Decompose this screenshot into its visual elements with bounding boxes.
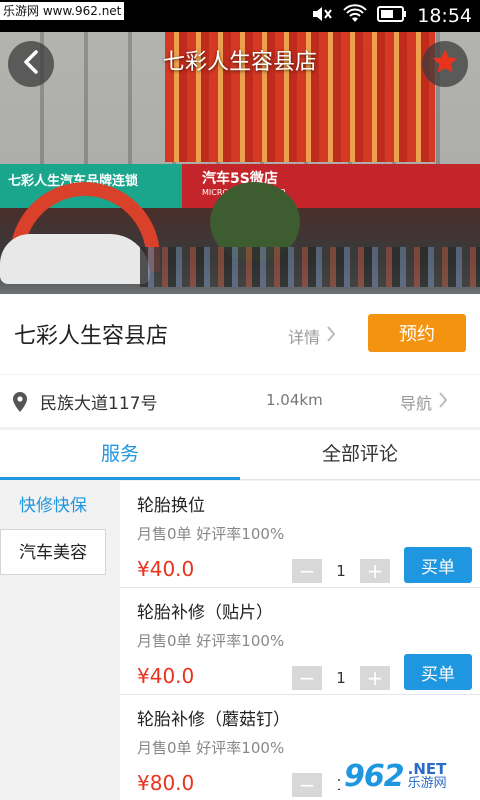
distance: 1.04km: [266, 391, 323, 409]
decrease-button[interactable]: −: [292, 666, 322, 690]
quantity-value: 1: [336, 669, 346, 687]
list-item: 轮胎换位 月售0单 好评率100% ¥40.0 − 1 + 买单: [120, 481, 480, 588]
tab-services[interactable]: 服务: [0, 430, 240, 480]
tab-bar: 服务 全部评论: [0, 430, 480, 480]
detail-link[interactable]: 详情: [288, 324, 336, 348]
quantity-stepper: − 1 +: [292, 666, 390, 690]
category-quick-repair[interactable]: 快修快保: [0, 483, 106, 529]
favorite-button[interactable]: [422, 41, 468, 87]
star-icon: [430, 47, 460, 81]
photo-crowd: [140, 247, 480, 287]
service-meta: 月售0单 好评率100%: [137, 632, 285, 650]
service-price: ¥40.0: [137, 557, 195, 581]
store-header: 七彩人生容县店 详情 预约: [0, 294, 480, 374]
store-name: 七彩人生容县店: [14, 324, 169, 349]
watermark-logo: 962 .NET 乐游网: [340, 755, 476, 797]
increase-button[interactable]: +: [360, 666, 390, 690]
book-button[interactable]: 预约: [368, 314, 466, 352]
list-item: 轮胎补修（贴片） 月售0单 好评率100% ¥40.0 − 1 + 买单: [120, 588, 480, 695]
buy-button[interactable]: 买单: [404, 654, 472, 690]
clock: 18:54: [417, 5, 472, 27]
decrease-button[interactable]: −: [292, 773, 322, 797]
back-icon: [21, 49, 41, 79]
category-car-beauty[interactable]: 汽车美容: [0, 529, 106, 575]
watermark-side: .NET 乐游网: [407, 760, 447, 791]
mute-icon: [311, 4, 333, 28]
service-list: 轮胎换位 月售0单 好评率100% ¥40.0 − 1 + 买单 轮胎补修（贴片…: [120, 481, 480, 800]
service-name: 轮胎换位: [137, 496, 205, 516]
quantity-value: 1: [336, 562, 346, 580]
decrease-button[interactable]: −: [292, 559, 322, 583]
service-name: 轮胎补修（蘑菇钉）: [137, 710, 290, 730]
service-price: ¥40.0: [137, 664, 195, 688]
service-meta: 月售0单 好评率100%: [137, 525, 285, 543]
quantity-stepper: − 1 +: [292, 559, 390, 583]
buy-button[interactable]: 买单: [404, 547, 472, 583]
watermark-number: 962: [344, 758, 405, 794]
chevron-right-icon: [438, 391, 448, 413]
watermark-net: .NET: [407, 760, 447, 778]
status-icons: 18:54: [311, 0, 472, 32]
page-title: 七彩人生容县店: [162, 50, 317, 75]
photo-car: [0, 234, 150, 284]
address-text: 民族大道117号: [40, 394, 158, 414]
category-sidebar: 快修快保 汽车美容: [0, 481, 120, 800]
navigate-link[interactable]: 导航: [400, 390, 448, 414]
detail-label: 详情: [288, 328, 321, 347]
wifi-icon: [343, 4, 367, 28]
increase-button[interactable]: +: [360, 559, 390, 583]
tab-underline: [0, 477, 240, 480]
tab-reviews[interactable]: 全部评论: [240, 430, 480, 480]
chevron-right-icon: [326, 325, 336, 347]
service-meta: 月售0单 好评率100%: [137, 739, 285, 757]
location-pin-icon: [12, 391, 28, 417]
battery-icon: [377, 6, 407, 26]
service-price: ¥80.0: [137, 771, 195, 795]
status-bar: 乐游网 www.962.net 18:54: [0, 0, 480, 32]
service-name: 轮胎补修（贴片）: [137, 603, 273, 623]
back-button[interactable]: [8, 41, 54, 87]
watermark-cn: 乐游网: [407, 776, 447, 791]
navigate-label: 导航: [400, 394, 433, 413]
address-row[interactable]: 民族大道117号 1.04km 导航: [0, 375, 480, 427]
watermark-text: 乐游网 www.962.net: [0, 2, 125, 20]
